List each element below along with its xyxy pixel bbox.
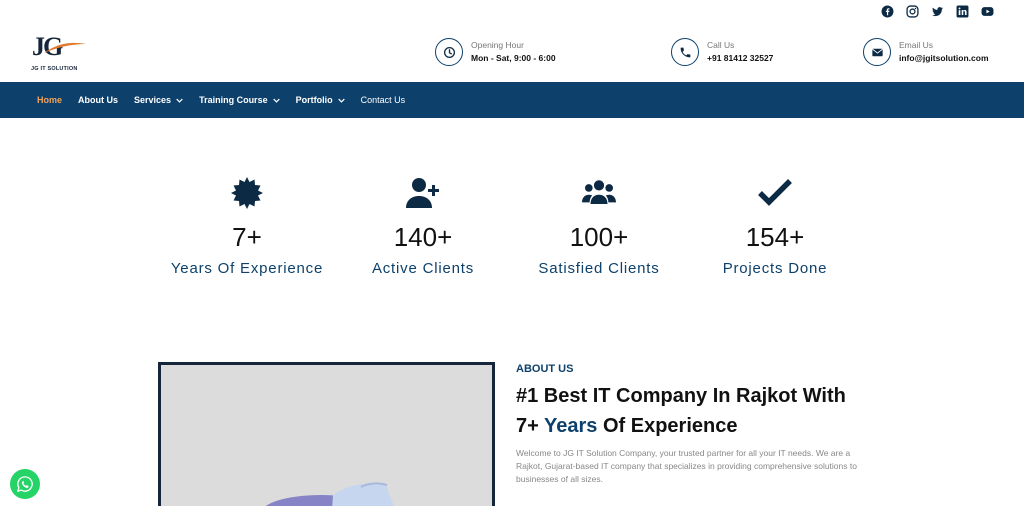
stat-satisfied-clients: 100+ Satisfied Clients <box>514 176 684 277</box>
contact-value[interactable]: info@jgitsolution.com <box>899 51 989 65</box>
users-icon <box>582 180 616 205</box>
nav-label: Services <box>134 95 172 105</box>
badge-icon <box>231 177 263 209</box>
linkedin-icon[interactable] <box>956 5 969 18</box>
stat-label: Projects Done <box>722 260 828 277</box>
nav-label: Training Course <box>199 95 268 105</box>
logo-swoosh-icon <box>44 42 86 53</box>
about-title: #1 Best IT Company In Rajkot With 7+ Yea… <box>516 381 876 441</box>
nav-training-course[interactable]: Training Course <box>199 95 280 105</box>
nav-about-us[interactable]: About Us <box>78 95 118 105</box>
stat-label: Satisfied Clients <box>538 260 660 277</box>
stat-label: Years Of Experience <box>170 260 324 277</box>
stat-label: Active Clients <box>371 260 475 277</box>
contact-label: Call Us <box>707 40 735 50</box>
stat-number: 7+ <box>232 222 262 252</box>
about-kicker: ABOUT US <box>516 363 574 375</box>
main-nav: Home About Us Services Training Course P… <box>0 82 1024 118</box>
mail-icon <box>863 38 891 66</box>
contact-value: Mon - Sat, 9:00 - 6:00 <box>471 53 556 63</box>
about-image <box>158 362 495 506</box>
clock-icon <box>435 38 463 66</box>
stat-number: 100+ <box>569 222 629 252</box>
nav-portfolio[interactable]: Portfolio <box>296 95 345 105</box>
nav-label: Portfolio <box>295 95 333 105</box>
facebook-icon[interactable] <box>881 5 894 18</box>
about-body: Welcome to JG IT Solution Company, your … <box>516 448 857 484</box>
contact-label: Opening Hour <box>471 40 524 50</box>
chevron-down-icon <box>272 98 280 103</box>
user-plus-icon <box>406 178 439 208</box>
stat-active-clients: 140+ Active Clients <box>338 176 508 277</box>
about-title-suffix: Of Experience <box>602 415 738 437</box>
contact-value[interactable]: +91 81412 32527 <box>707 51 773 65</box>
site-header: JG JG IT SOLUTION Opening Hour Mon - Sat… <box>0 28 1024 82</box>
twitter-icon[interactable] <box>931 5 944 18</box>
contact-email[interactable]: Email Us info@jgitsolution.com <box>863 38 989 66</box>
social-links <box>881 5 994 18</box>
stat-years-experience: 7+ Years Of Experience <box>162 176 332 277</box>
about-title-accent: Years <box>544 415 598 437</box>
nav-contact-us[interactable]: Contact Us <box>361 95 406 105</box>
contact-label: Email Us <box>899 40 934 50</box>
stat-number: 154+ <box>745 222 805 252</box>
contact-opening-hours: Opening Hour Mon - Sat, 9:00 - 6:00 <box>435 38 556 66</box>
whatsapp-icon <box>16 476 33 493</box>
nav-services[interactable]: Services <box>134 95 183 105</box>
nav-label: Home <box>37 95 63 105</box>
stat-projects-done: 154+ Projects Done <box>690 176 860 277</box>
company-logo[interactable]: JG JG IT SOLUTION <box>28 32 92 74</box>
about-illustration <box>265 482 394 506</box>
whatsapp-button[interactable] <box>10 469 40 499</box>
chevron-down-icon <box>176 98 183 103</box>
stat-number: 140+ <box>393 222 453 252</box>
nav-label: About Us <box>78 95 119 105</box>
chevron-down-icon <box>337 98 345 103</box>
phone-icon <box>671 38 699 66</box>
youtube-icon[interactable] <box>981 5 994 18</box>
check-icon <box>758 179 792 206</box>
instagram-icon[interactable] <box>906 5 919 18</box>
about-title-line1: #1 Best IT Company In Rajkot With <box>516 385 846 407</box>
nav-home[interactable]: Home <box>37 95 62 105</box>
logo-text: JG IT SOLUTION <box>31 66 78 72</box>
contact-phone[interactable]: Call Us +91 81412 32527 <box>671 38 773 66</box>
nav-label: Contact Us <box>360 95 406 105</box>
about-title-prefix: 7+ <box>516 415 539 437</box>
